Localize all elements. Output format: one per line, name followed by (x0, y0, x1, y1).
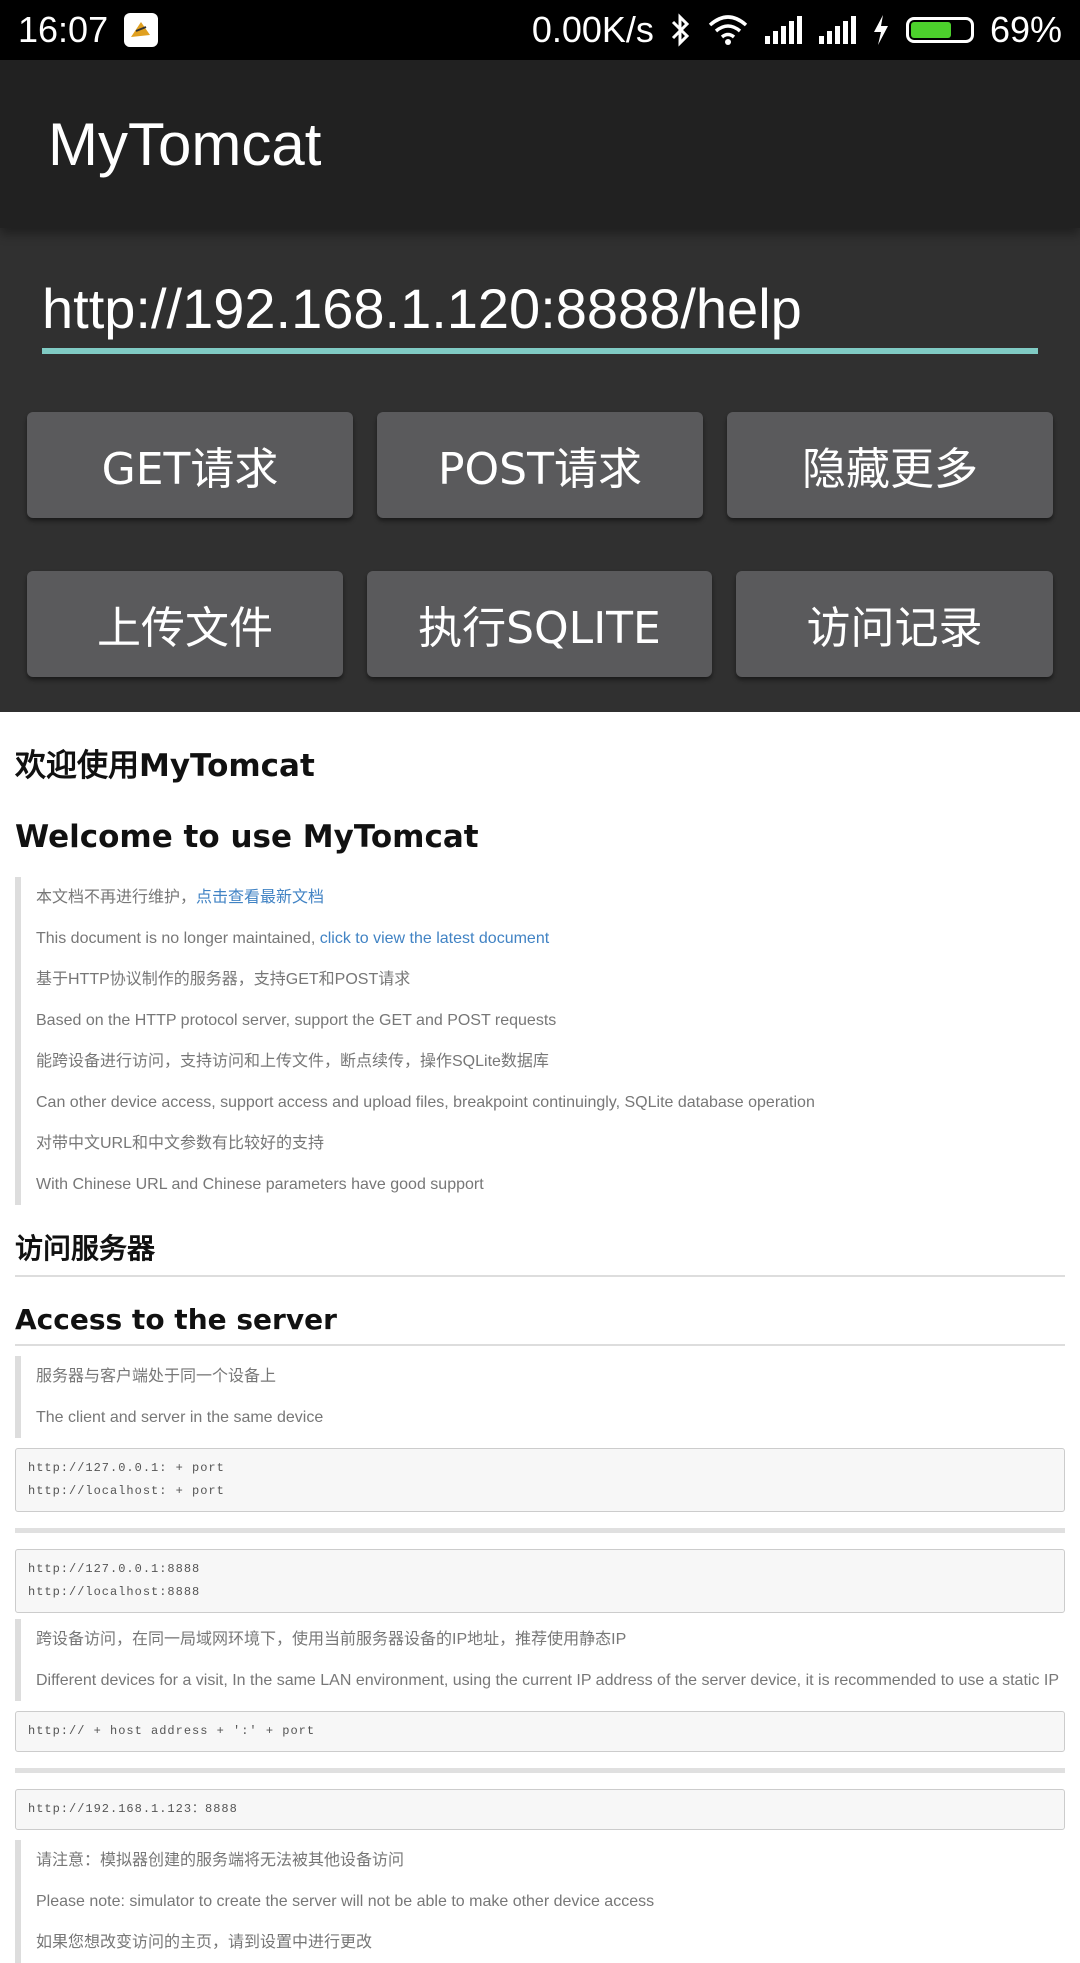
access-log-button[interactable]: 访问记录 (736, 571, 1053, 677)
divider (15, 1768, 1065, 1773)
code-line: http:// + host address + ':' + port (28, 1724, 316, 1738)
code-block-lan-ip: http://192.168.1.123：8888 (15, 1789, 1065, 1830)
title-en: Welcome to use MyTomcat (15, 819, 479, 855)
intro-line-8: With Chinese URL and Chinese parameters … (36, 1176, 484, 1193)
cross-device-line-1: 跨设备访问，在同一局域网环境下，使用当前服务器设备的IP地址，推荐使用静态IP (36, 1631, 627, 1648)
code-line: http://127.0.0.1:8888 (28, 1562, 201, 1576)
note-line-2: Please note: simulator to create the ser… (36, 1893, 655, 1910)
app-bar: MyTomcat (0, 60, 1080, 228)
code-line: http://localhost:8888 (28, 1585, 201, 1599)
app-notification-icon (124, 13, 159, 47)
same-device-line-2: The client and server in the same device (36, 1409, 324, 1426)
upload-file-button[interactable]: 上传文件 (27, 571, 343, 677)
battery-percent: 69% (989, 9, 1062, 50)
execute-sqlite-button[interactable]: 执行SQLITE (367, 571, 712, 677)
latest-doc-link-cn[interactable]: 点击查看最新文档 (196, 889, 324, 906)
note-line-3: 如果您想改变访问的主页，请到设置中进行更改 (36, 1934, 373, 1951)
signal-icon (818, 16, 856, 44)
signal-icon (764, 16, 802, 44)
intro-line-5: 能跨设备进行访问，支持访问和上传文件，断点续传，操作SQLite数据库 (36, 1053, 549, 1070)
access-heading-cn: 访问服务器 (15, 1227, 1065, 1277)
get-request-button[interactable]: GET请求 (27, 412, 353, 518)
post-request-button[interactable]: POST请求 (377, 412, 703, 518)
url-field (42, 268, 1038, 354)
charging-icon (872, 15, 890, 45)
control-panel: GET请求 POST请求 隐藏更多 上传文件 执行SQLITE 访问记录 (0, 228, 1080, 712)
intro-quote: 本文档不再进行维护，点击查看最新文档 This document is no l… (15, 877, 1065, 1205)
same-device-line-1: 服务器与客户端处于同一个设备上 (36, 1368, 277, 1385)
code-line: http://192.168.1.123：8888 (28, 1802, 238, 1816)
intro-line-2-text: This document is no longer maintained, (36, 930, 320, 947)
note-line-1: 请注意：模拟器创建的服务端将无法被其他设备访问 (36, 1852, 405, 1869)
help-document: 欢迎使用MyTomcat Welcome to use MyTomcat 本文档… (0, 740, 1080, 1963)
app-title: MyTomcat (48, 110, 322, 178)
intro-line-7: 对带中文URL和中文参数有比较好的支持 (36, 1135, 325, 1152)
battery-icon (905, 17, 974, 43)
status-time: 16:07 (18, 9, 109, 50)
note-quote: 请注意：模拟器创建的服务端将无法被其他设备访问 Please note: sim… (15, 1840, 1065, 1963)
intro-line-1-text: 本文档不再进行维护， (36, 889, 197, 906)
wifi-icon (708, 15, 748, 45)
bluetooth-icon (670, 13, 692, 47)
code-block-host-port: http:// + host address + ':' + port (15, 1711, 1065, 1752)
intro-line-4: Based on the HTTP protocol server, suppo… (36, 1012, 557, 1029)
title-cn: 欢迎使用MyTomcat (15, 748, 315, 784)
access-heading-en: Access to the server (15, 1303, 1065, 1346)
cross-device-line-2: Different devices for a visit, In the sa… (36, 1672, 1060, 1689)
code-line: http://127.0.0.1: + port (28, 1461, 225, 1475)
status-bar: 16:07 0.00K/s 69% (0, 0, 1080, 60)
code-block-local-8888: http://127.0.0.1:8888 http://localhost:8… (15, 1549, 1065, 1613)
url-input[interactable] (42, 268, 1038, 348)
same-device-quote: 服务器与客户端处于同一个设备上 The client and server in… (15, 1356, 1065, 1438)
battery-level (910, 22, 951, 38)
code-line: http://localhost: + port (28, 1484, 225, 1498)
code-block-local-port: http://127.0.0.1: + port http://localhos… (15, 1448, 1065, 1512)
intro-line-2: This document is no longer maintained, c… (36, 918, 1065, 959)
intro-line-3: 基于HTTP协议制作的服务器，支持GET和POST请求 (36, 971, 411, 988)
hide-more-button[interactable]: 隐藏更多 (727, 412, 1053, 518)
intro-line-1: 本文档不再进行维护，点击查看最新文档 (36, 877, 1065, 918)
cross-device-quote: 跨设备访问，在同一局域网环境下，使用当前服务器设备的IP地址，推荐使用静态IP … (15, 1619, 1065, 1701)
latest-doc-link-en[interactable]: click to view the latest document (320, 930, 549, 947)
intro-line-6: Can other device access, support access … (36, 1094, 815, 1111)
network-speed: 0.00K/s (531, 9, 654, 50)
divider (15, 1528, 1065, 1533)
